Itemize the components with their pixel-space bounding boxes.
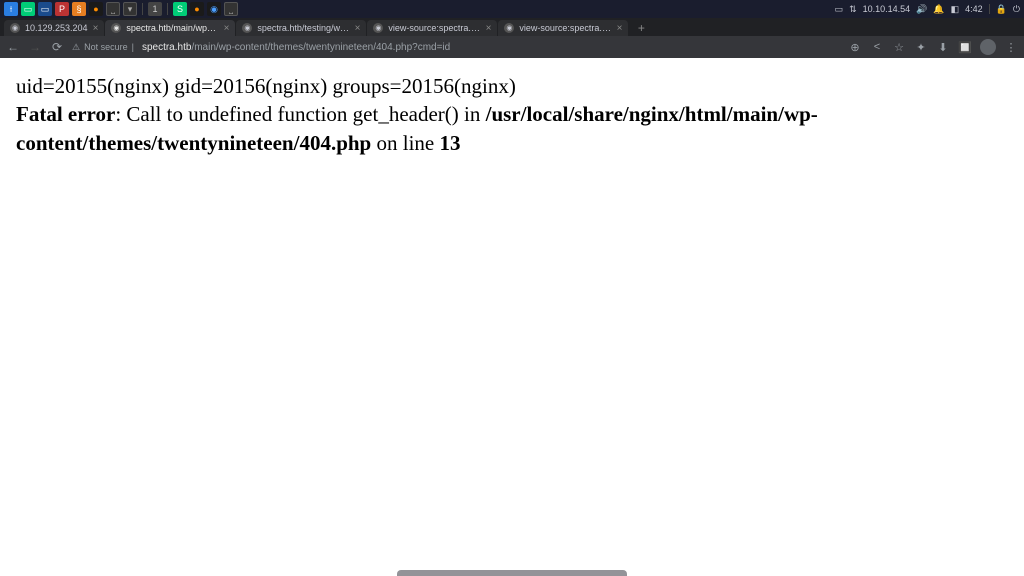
tab-title: spectra.htb/main/wp-co: [126, 23, 218, 33]
app-menu-icon[interactable]: ⟊: [4, 2, 18, 16]
tray-icon[interactable]: ◧: [951, 4, 960, 15]
dock-hint[interactable]: [397, 570, 627, 576]
security-indicator[interactable]: ⚠ Not secure |: [72, 42, 134, 53]
browser-tab-bar: ◉ 10.129.253.204 × ◉ spectra.htb/main/wp…: [0, 18, 1024, 36]
ip-label: 10.10.14.54: [863, 4, 911, 14]
error-text: on line: [371, 131, 439, 155]
terminal-icon[interactable]: ⎵: [106, 2, 120, 16]
divider: [167, 3, 168, 15]
tab-title: view-source:spectra.htb/i: [388, 23, 480, 33]
new-tab-button[interactable]: +: [633, 20, 649, 36]
profile-avatar[interactable]: [980, 39, 996, 55]
command-output: uid=20155(nginx) gid=20156(nginx) groups…: [16, 72, 1008, 100]
sublime-icon[interactable]: S: [173, 2, 187, 16]
tab-favicon-icon: ◉: [504, 23, 514, 33]
divider: [989, 4, 990, 14]
reload-button[interactable]: ⟳: [50, 40, 64, 54]
close-icon[interactable]: ×: [486, 23, 492, 34]
tab-favicon-icon: ◉: [111, 23, 121, 33]
lock-icon[interactable]: 🔒: [996, 4, 1007, 15]
search-icon[interactable]: ⊕: [848, 40, 862, 54]
page-body: uid=20155(nginx) gid=20156(nginx) groups…: [0, 58, 1024, 171]
url-path: /main/wp-content/themes/twentynineteen/4…: [191, 42, 450, 53]
bell-icon[interactable]: 🔔: [933, 4, 944, 15]
terminal-icon[interactable]: ⎵: [224, 2, 238, 16]
close-icon[interactable]: ×: [617, 23, 623, 34]
extensions-icon[interactable]: ✦: [914, 40, 928, 54]
url-input[interactable]: spectra.htb/main/wp-content/themes/twent…: [142, 42, 840, 53]
url-domain: spectra.htb: [142, 42, 191, 53]
volume-icon[interactable]: 🔊: [916, 4, 927, 15]
divider: [142, 3, 143, 15]
clock: 4:42: [965, 4, 983, 14]
firefox-icon[interactable]: ●: [89, 2, 103, 16]
tab-title: spectra.htb/testing/wp-c: [257, 23, 349, 33]
back-button[interactable]: ←: [6, 40, 20, 54]
close-icon[interactable]: ×: [93, 23, 99, 34]
browser-tab[interactable]: ◉ 10.129.253.204 ×: [4, 20, 104, 36]
firefox-icon[interactable]: ●: [190, 2, 204, 16]
power-icon[interactable]: ⏻: [1013, 4, 1020, 15]
divider: |: [132, 42, 134, 52]
tab-title: 10.129.253.204: [25, 23, 88, 33]
browser-tab[interactable]: ◉ spectra.htb/testing/wp-c ×: [236, 20, 366, 36]
app-icon[interactable]: ▾: [123, 2, 137, 16]
browser-tab[interactable]: ◉ view-source:spectra.htb/i ×: [367, 20, 497, 36]
tab-favicon-icon: ◉: [373, 23, 383, 33]
workspace-icon[interactable]: 1: [148, 2, 162, 16]
os-taskbar-right: ▭ ⇅ 10.10.14.54 🔊 🔔 ◧ 4:42 🔒 ⏻: [835, 4, 1020, 15]
php-error: Fatal error: Call to undefined function …: [16, 100, 1008, 157]
error-text: : Call to undefined function get_header(…: [115, 102, 485, 126]
share-icon[interactable]: <: [870, 40, 884, 54]
os-taskbar-left: ⟊ ▭ ▭ P § ● ⎵ ▾ 1 S ● ◉ ⎵: [4, 2, 835, 16]
security-text: Not secure: [84, 42, 128, 52]
error-line-number: 13: [440, 131, 461, 155]
menu-icon[interactable]: ⋮: [1004, 40, 1018, 54]
tab-favicon-icon: ◉: [242, 23, 252, 33]
toolbar-right: ⊕ < ☆ ✦ ⬇ 🔲 ⋮: [848, 39, 1018, 55]
network-icon[interactable]: ⇅: [849, 4, 857, 15]
browser-tab[interactable]: ◉ spectra.htb/main/wp-co ×: [105, 20, 235, 36]
tab-favicon-icon: ◉: [10, 23, 20, 33]
app-icon[interactable]: ▭: [21, 2, 35, 16]
bookmark-icon[interactable]: ☆: [892, 40, 906, 54]
tab-title: view-source:spectra.htb/i: [519, 23, 611, 33]
error-label: Fatal error: [16, 102, 115, 126]
forward-button[interactable]: →: [28, 40, 42, 54]
update-icon[interactable]: ⬇: [936, 40, 950, 54]
tray-icon[interactable]: ▭: [835, 4, 844, 15]
close-icon[interactable]: ×: [224, 23, 230, 34]
app-icon[interactable]: P: [55, 2, 69, 16]
warning-icon: ⚠: [72, 42, 80, 53]
browser-tab[interactable]: ◉ view-source:spectra.htb/i ×: [498, 20, 628, 36]
app-icon[interactable]: §: [72, 2, 86, 16]
account-icon[interactable]: 🔲: [958, 40, 972, 54]
close-icon[interactable]: ×: [355, 23, 361, 34]
chrome-icon[interactable]: ◉: [207, 2, 221, 16]
address-bar: ← → ⟳ ⚠ Not secure | spectra.htb/main/wp…: [0, 36, 1024, 58]
os-taskbar: ⟊ ▭ ▭ P § ● ⎵ ▾ 1 S ● ◉ ⎵ ▭ ⇅ 10.10.14.5…: [0, 0, 1024, 18]
app-icon[interactable]: ▭: [38, 2, 52, 16]
